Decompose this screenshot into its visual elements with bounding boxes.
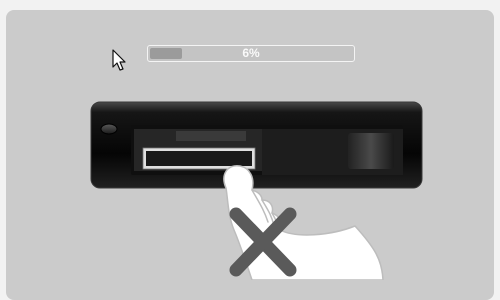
power-button — [100, 123, 118, 135]
mouse-pointer-icon — [112, 49, 126, 71]
progress-bar: 6% — [147, 45, 355, 62]
x-mark-icon — [229, 207, 297, 277]
progress-percent-label: 6% — [242, 46, 260, 60]
